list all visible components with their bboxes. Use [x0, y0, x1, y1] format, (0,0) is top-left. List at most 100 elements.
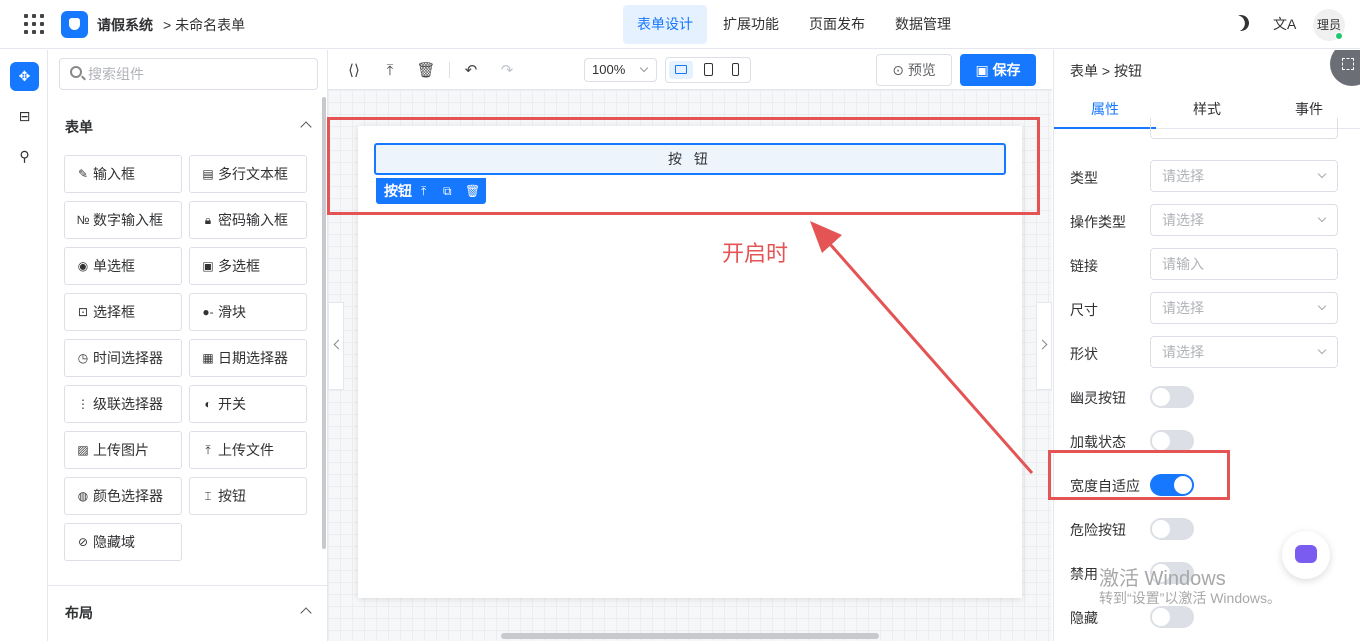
form-icon[interactable]: ⊟	[10, 102, 39, 131]
group-title-form[interactable]: 表单	[65, 117, 93, 137]
prop-placeholder: 请选择	[1162, 344, 1204, 360]
search-input[interactable]	[88, 59, 308, 89]
prop-placeholder: 请输入	[1162, 256, 1204, 272]
component-calendar[interactable]: ▦ 日期选择器	[189, 339, 307, 377]
prop-placeholder: 请选择	[1162, 212, 1204, 228]
windows-watermark-subtitle: 转到“设置”以激活 Windows。	[1099, 590, 1282, 606]
save-label: 保存	[992, 62, 1021, 78]
prop-switch[interactable]	[1150, 430, 1194, 452]
desktop-button[interactable]	[669, 61, 693, 79]
prop-label: 加载状态	[1070, 434, 1126, 450]
component-eye-off[interactable]: ⊘ 隐藏域	[64, 523, 182, 561]
tab-form-design[interactable]: 表单设计	[623, 5, 707, 44]
component-slider[interactable]: ●- 滑块	[189, 293, 307, 331]
component-label: 颜色选择器	[93, 488, 163, 504]
canvas-scrollbar[interactable]	[501, 633, 879, 639]
collapse-left-button[interactable]	[328, 302, 344, 390]
apps-grid-icon[interactable]	[24, 14, 44, 34]
component-label: 选择框	[93, 304, 135, 320]
component-number[interactable]: № 数字输入框	[64, 201, 182, 239]
redo-icon[interactable]: ↷	[498, 61, 516, 79]
chevron-down-icon	[1317, 169, 1327, 179]
component-radio[interactable]: ◉ 单选框	[64, 247, 182, 285]
component-edit[interactable]: ✎ 输入框	[64, 155, 182, 193]
component-label: 按钮	[218, 488, 246, 504]
prop-label: 链接	[1070, 258, 1098, 274]
zoom-select[interactable]: 100%	[584, 58, 657, 82]
group-title-layout[interactable]: 布局	[65, 603, 93, 623]
prop-select[interactable]: 请选择	[1150, 160, 1338, 192]
component-switch[interactable]: ◐ 开关	[189, 385, 307, 423]
component-upload[interactable]: ⤒ 上传文件	[189, 431, 307, 469]
edit-icon: ✎	[77, 167, 89, 181]
component-cascader[interactable]: ⋮ 级联选择器	[64, 385, 182, 423]
tab-attributes[interactable]: 属性	[1054, 90, 1156, 129]
prop-switch[interactable]	[1150, 606, 1194, 628]
lock-icon: 🔒︎	[204, 212, 212, 227]
undo-icon[interactable]: ↶	[462, 61, 480, 79]
tab-data-management[interactable]: 数据管理	[881, 5, 965, 44]
fullscreen-icon[interactable]	[1330, 50, 1360, 86]
upload-icon: ⤒	[205, 442, 211, 457]
tab-page-publish[interactable]: 页面发布	[795, 5, 879, 44]
save-button[interactable]: ▣ 保存	[960, 54, 1036, 86]
dark-mode-icon[interactable]	[1231, 13, 1252, 34]
tablet-button[interactable]	[696, 61, 720, 79]
component-label: 上传图片	[93, 442, 149, 458]
app-logo	[61, 11, 88, 38]
top-tabs: 表单设计 扩展功能 页面发布 数据管理	[623, 5, 967, 44]
eye-off-icon: ⊘	[77, 535, 89, 549]
phone-button[interactable]	[723, 61, 747, 79]
component-textarea[interactable]: ▤ 多行文本框	[189, 155, 307, 193]
component-label: 滑块	[218, 304, 246, 320]
component-panel: 表单 ✎ 输入框 ▤ 多行文本框 №数字输入框 🔒︎ 密码输入框 ◉ 单选框 ▣ 多选框 ⊡ 选择框 ●-…	[48, 50, 328, 641]
preview-icon: ⊙	[892, 62, 908, 78]
chevron-up-icon[interactable]	[300, 121, 312, 133]
annotation-highlight-box	[327, 117, 1040, 215]
component-clock[interactable]: ◷ 时间选择器	[64, 339, 182, 377]
chevron-up-icon[interactable]	[300, 607, 312, 619]
panel-scrollbar[interactable]	[322, 97, 326, 549]
breadcrumb[interactable]: > 未命名表单	[163, 15, 245, 35]
component-search[interactable]	[59, 58, 318, 90]
device-switcher	[665, 57, 751, 83]
preview-label: 预览	[907, 62, 936, 78]
prop-input[interactable]: 请输入	[1150, 248, 1338, 280]
prop-select[interactable]: 请选择	[1150, 336, 1338, 368]
component-label: 日期选择器	[218, 350, 288, 366]
clock-icon: ◷	[77, 351, 89, 365]
component-palette[interactable]: ◍ 颜色选择器	[64, 477, 182, 515]
component-image[interactable]: ▨ 上传图片	[64, 431, 182, 469]
chevron-down-icon	[1317, 345, 1327, 355]
component-label: 隐藏域	[93, 534, 135, 550]
component-lock[interactable]: 🔒︎ 密码输入框	[189, 201, 307, 239]
components-icon[interactable]: ✥	[10, 62, 39, 91]
arrow-head	[810, 221, 842, 253]
prop-label: 尺寸	[1070, 302, 1098, 318]
component-label: 密码输入框	[218, 212, 288, 228]
language-icon[interactable]: 文A	[1273, 14, 1296, 34]
assistant-robot-icon[interactable]	[1282, 531, 1330, 579]
chevron-down-icon	[639, 63, 649, 73]
component-button[interactable]: ⌶ 按钮	[189, 477, 307, 515]
prop-placeholder: 请选择	[1162, 300, 1204, 316]
prop-select[interactable]: 请选择	[1150, 204, 1338, 236]
component-select[interactable]: ⊡ 选择框	[64, 293, 182, 331]
radio-icon: ◉	[77, 259, 89, 273]
prop-switch[interactable]	[1150, 518, 1194, 540]
collapse-right-button[interactable]	[1036, 302, 1052, 390]
component-label: 级联选择器	[93, 396, 163, 412]
tab-extensions[interactable]: 扩展功能	[709, 5, 793, 44]
prop-switch[interactable]	[1150, 386, 1194, 408]
windows-watermark-title: 激活 Windows	[1099, 568, 1226, 590]
export-icon[interactable]: ⤒	[381, 61, 399, 79]
chevron-left-icon	[333, 339, 344, 350]
code-icon[interactable]: ⟨⟩	[345, 61, 363, 79]
tree-icon[interactable]: ⚲	[10, 142, 39, 171]
component-label: 多选框	[218, 258, 260, 274]
preview-button[interactable]: ⊙ 预览	[876, 54, 952, 86]
zoom-value: 100%	[592, 62, 626, 77]
component-checkbox[interactable]: ▣ 多选框	[189, 247, 307, 285]
trash-icon[interactable]: 🗑︎	[416, 61, 435, 79]
prop-select[interactable]: 请选择	[1150, 292, 1338, 324]
